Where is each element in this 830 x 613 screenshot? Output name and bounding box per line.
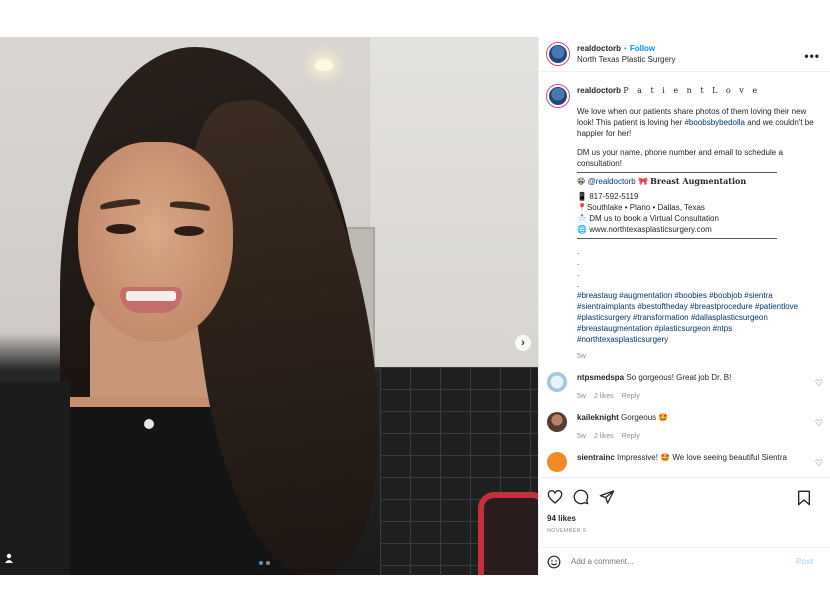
location-link[interactable]: North Texas Plastic Surgery [577,54,676,65]
comment-username[interactable]: sientrainc [577,453,615,462]
share-icon[interactable] [599,489,615,505]
post-side-panel: realdoctorb • Follow North Texas Plastic S… [538,37,830,575]
comment-text: Impressive! 🤩 We love seeing beautiful S… [617,453,787,462]
post-button[interactable]: Post [796,557,813,566]
left-brow [99,197,141,210]
caption-paragraph-1: We love when our patients share photos o… [577,106,817,139]
likes-count[interactable]: 94 likes [547,514,823,523]
hashtags[interactable]: #breastaug #augmentation #boobies #boobj… [577,290,817,345]
carousel-dot [266,561,270,565]
comment-item: kaileknight Gorgeous 🤩 5w 2 likes Reply ♡ [539,402,830,442]
comment-likes[interactable]: 2 likes [594,433,614,440]
caption-avatar[interactable] [547,85,569,107]
grin-emoji: 😁 [577,177,586,186]
comment-input[interactable] [571,557,796,566]
comment-item: ntpsmedspa So gorgeous! Great job Dr. B!… [539,362,830,402]
comments-scroll-area[interactable]: realdoctorb P a t i e n t L o v e We lov… [539,73,830,477]
comment-likes[interactable]: 2 likes [594,393,614,400]
comment-item: sientrainc Impressive! 🤩 We love seeing … [539,442,830,472]
dot-line: . [577,247,580,256]
smile [120,287,182,313]
comment-text: So gorgeous! Great job Dr. B! [626,373,732,382]
comment-avatar[interactable] [547,372,567,392]
avatar[interactable] [547,43,569,65]
caption-title: P a t i e n t L o v e [623,86,761,95]
handbag [478,492,538,575]
right-eye [174,226,204,236]
comment-text: Gorgeous 🤩 [621,413,669,422]
divider [577,172,777,173]
add-comment-bar: Post [539,547,830,575]
post-date: NOVEMBER 9 [547,528,587,534]
dot-line: . [577,258,580,267]
more-horizontal-icon[interactable]: ••• [804,49,820,63]
comment-like-heart-icon[interactable]: ♡ [815,378,823,389]
post-photo[interactable]: › [0,37,538,575]
caption-time: 5w [577,353,586,360]
phone-line: 📱 817-592-5119 [577,191,817,202]
dot-line: . [577,280,580,289]
post-header: realdoctorb • Follow North Texas Plastic S… [539,37,830,72]
bookmark-icon[interactable] [797,490,811,506]
sleeve [0,382,70,575]
phone-emoji: 📱 [577,192,587,201]
mail-emoji: 📩 [577,214,587,223]
necklace [144,419,154,429]
comment-avatar[interactable] [547,412,567,432]
follow-button[interactable]: Follow [630,44,655,53]
caption: realdoctorb P a t i e n t L o v e We lov… [539,73,830,362]
reply-button[interactable]: Reply [622,433,640,440]
comment-username[interactable]: ntpsmedspa [577,373,624,382]
phone-number: 817-592-5119 [589,192,639,201]
comment-like-heart-icon[interactable]: ♡ [815,458,823,469]
pin-emoji: 📍 [577,203,587,212]
comment-time: 5w [577,433,586,440]
caption-paragraph-2: DM us your name, phone number and email … [577,148,783,168]
service-line: 😁 @realdoctorb 🎀 Breast Augmentation [577,176,817,187]
hashtag-link[interactable]: #boobsbybedolla [684,118,745,127]
carousel-next-icon[interactable]: › [515,335,531,351]
comment-time: 5w [577,393,586,400]
heart-icon[interactable] [547,489,563,505]
carousel-indicator [259,561,270,565]
person-icon[interactable] [4,553,16,565]
dm-line: 📩 DM us to book a Virtual Consultation [577,213,817,224]
bow-emoji: 🎀 [637,177,648,186]
comment-avatar[interactable] [547,452,567,472]
mention-link[interactable]: @realdoctorb [588,177,636,186]
carousel-dot-active [259,561,263,565]
locations-line: 📍Southlake • Plano • Dallas, Texas [577,202,817,213]
left-eye [106,224,136,234]
comment-icon[interactable] [573,489,589,505]
globe-emoji: 🌐 [577,225,587,234]
smiley-icon[interactable] [547,555,561,569]
dot-line: . [577,269,580,278]
header-separator: • [624,44,627,53]
post-actions: 94 likes NOVEMBER 9 [539,477,830,534]
comment-username[interactable]: kaileknight [577,413,619,422]
background-wall [370,37,538,367]
right-brow [169,199,211,212]
website-line: 🌐 www.northtexasplasticsurgery.com [577,224,817,235]
teeth [126,291,176,301]
caption-username[interactable]: realdoctorb [577,86,621,95]
dm-text: DM us to book a Virtual Consultation [589,214,719,223]
service-name: Breast Augmentation [650,176,747,186]
ceiling-light [315,59,333,71]
locations-text: Southlake • Plano • Dallas, Texas [586,203,705,212]
divider [577,238,777,239]
website-text: www.northtexasplasticsurgery.com [589,225,712,234]
reply-button[interactable]: Reply [622,393,640,400]
header-username[interactable]: realdoctorb [577,44,621,53]
comment-like-heart-icon[interactable]: ♡ [815,418,823,429]
